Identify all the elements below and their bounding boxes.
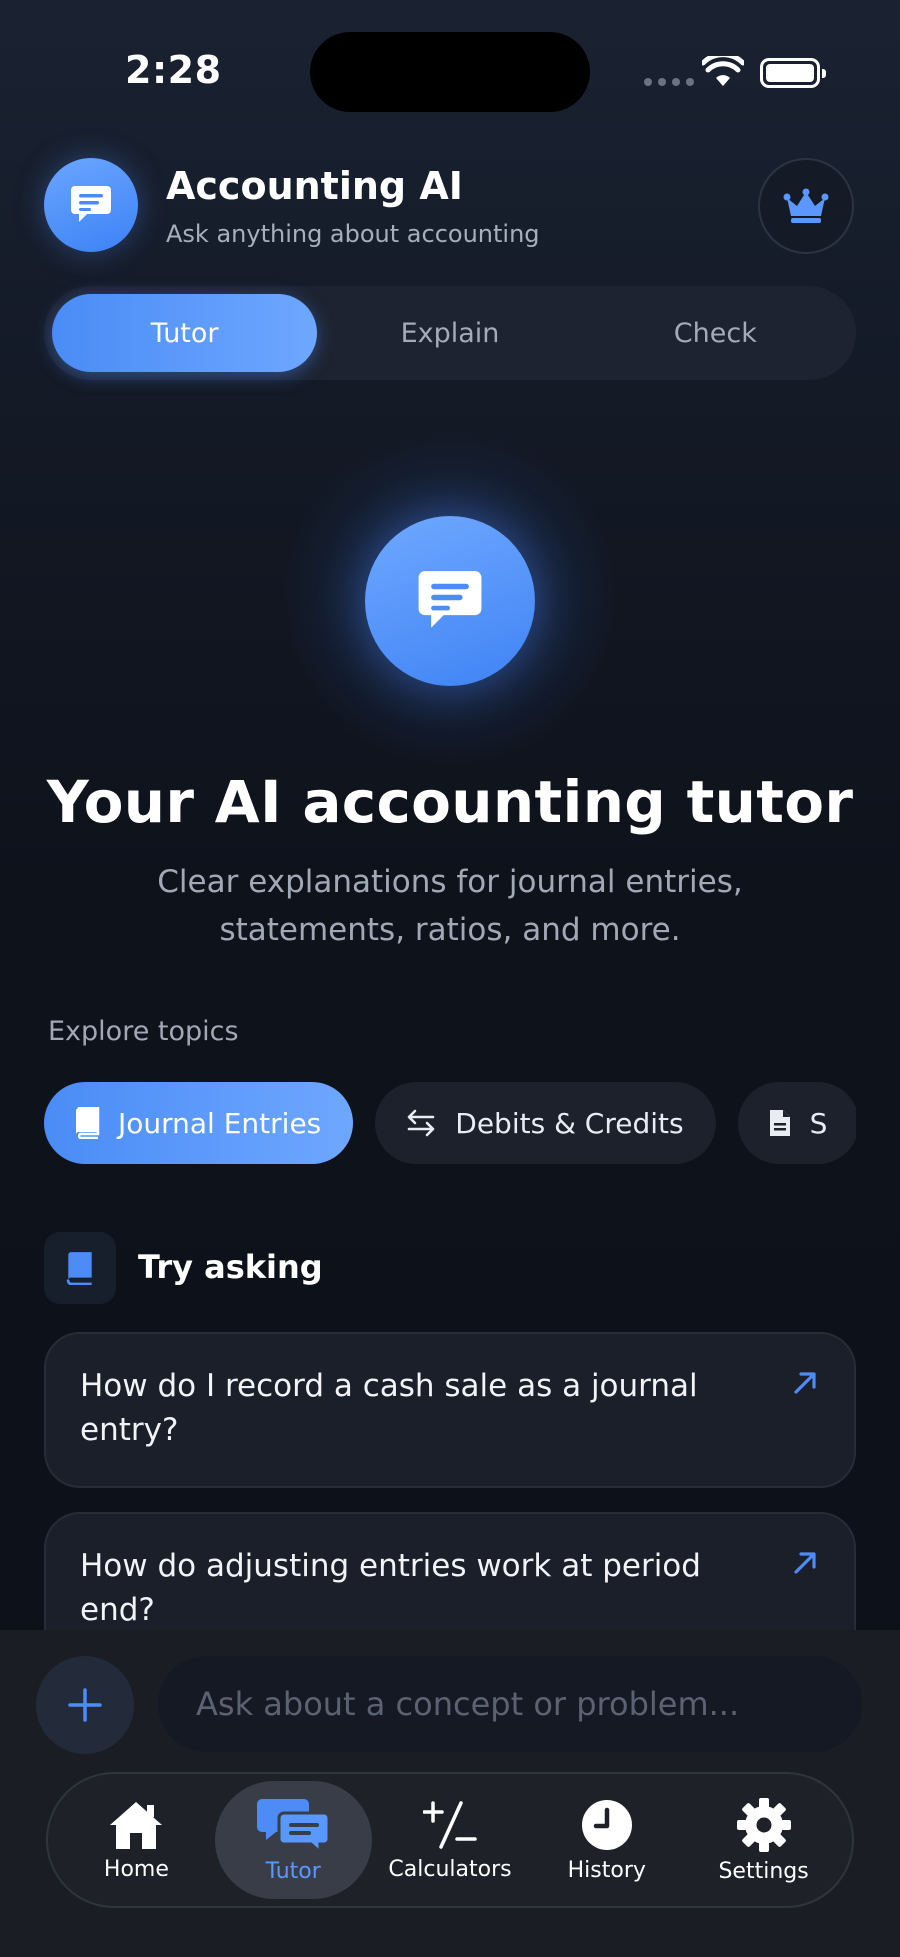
clock-icon [581,1799,632,1850]
chip-debits-credits[interactable]: Debits & Credits [375,1082,716,1164]
tab-explain[interactable]: Explain [317,294,582,372]
book-icon [66,1252,92,1285]
bottom-tab-bar: Home Tutor Calculators History Settings [46,1772,854,1908]
plus-icon [68,1688,102,1722]
tab-check[interactable]: Check [583,294,848,372]
battery-icon [760,58,826,88]
tab-label: Home [103,1856,169,1882]
explore-topics-label: Explore topics [48,1016,239,1047]
mode-segmented-control: Tutor Explain Check [44,286,856,380]
question-text: How do adjusting entries work at period … [80,1548,701,1628]
chip-statements[interactable]: S [737,1082,856,1164]
tab-label: Tutor [265,1858,321,1884]
crown-icon [783,188,829,223]
status-time: 2:28 [125,48,222,92]
calculator-icon [422,1800,477,1849]
app-title: Accounting AI [166,164,463,208]
dynamic-island [310,32,590,112]
signal-icon [644,78,694,86]
chip-label: Debits & Credits [455,1106,684,1140]
arrow-up-right-icon [794,1372,816,1394]
ask-input[interactable] [158,1656,862,1752]
try-asking-icon-badge [44,1232,116,1304]
app-logo [44,158,138,252]
chat-bubbles-icon [257,1798,331,1853]
gear-icon [736,1797,791,1852]
question-text: How do I record a cash sale as a journal… [80,1368,698,1448]
add-attachment-button[interactable] [36,1656,134,1754]
wifi-icon [702,56,744,86]
chat-icon [71,186,111,222]
book-icon [75,1107,100,1139]
tab-tutor-nav[interactable]: Tutor [214,1781,372,1899]
chat-icon [418,571,482,628]
tab-label: Calculators [388,1856,512,1882]
app-subtitle: Ask anything about accounting [166,220,540,248]
tab-label: Settings [718,1858,809,1884]
suggested-question-card[interactable]: How do I record a cash sale as a journal… [44,1332,856,1488]
tab-tutor[interactable]: Tutor [52,294,318,372]
premium-button[interactable] [758,158,854,254]
hero-subtitle: Clear explanations for journal entries, … [157,864,743,948]
arrow-up-right-icon [794,1552,816,1574]
tab-history[interactable]: History [528,1781,685,1899]
hero-title: Your AI accounting tutor [46,768,854,836]
chip-journal-entries[interactable]: Journal Entries [44,1082,354,1164]
tab-settings[interactable]: Settings [685,1781,842,1899]
tab-label: History [567,1857,646,1883]
tab-calculators[interactable]: Calculators [372,1781,529,1899]
home-icon [110,1801,163,1849]
topic-chips: Journal Entries Debits & Credits S [44,1082,856,1166]
tab-home[interactable]: Home [58,1781,215,1899]
chip-label: Journal Entries [118,1106,322,1140]
arrows-swap-icon [407,1109,435,1137]
document-icon [769,1110,790,1136]
chip-label: S [809,1106,828,1140]
try-asking-label: Try asking [138,1248,323,1286]
hero-chat-icon-badge [365,516,535,686]
